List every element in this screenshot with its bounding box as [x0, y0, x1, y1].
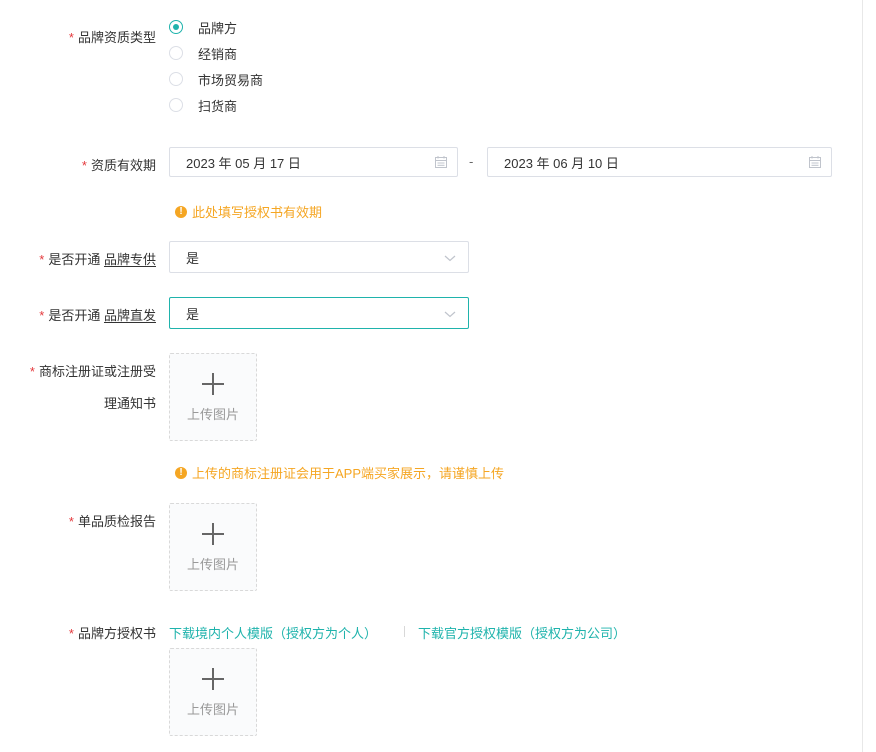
validity-hint: ! 此处填写授权书有效期 [175, 202, 322, 221]
link-divider [404, 626, 405, 637]
brand-direct-label: * 是否开通 品牌直发 [39, 308, 156, 323]
brand-exclusive-term[interactable]: 品牌专供 [104, 252, 156, 267]
upload-label: 上传图片 [186, 406, 239, 422]
panel-right-border [862, 0, 863, 752]
radio-label: 市场贸易商 [198, 72, 264, 88]
trademark-label-line2: 理通知书 [103, 396, 156, 411]
plus-icon [202, 522, 224, 545]
required-mark: * [39, 252, 45, 267]
trademark-hint: ! 上传的商标注册证会用于APP端买家展示，请谨慎上传 [175, 463, 504, 482]
brand-exclusive-select[interactable]: 是 [169, 241, 469, 273]
inspection-label: * 单品质检报告 [68, 514, 156, 529]
chevron-down-icon [444, 255, 456, 262]
required-mark: * [39, 308, 45, 323]
date-range-separator: - [469, 154, 474, 169]
select-value: 是 [186, 306, 200, 322]
upload-label: 上传图片 [186, 556, 239, 572]
download-company-template-link[interactable]: 下载官方授权模版（授权方为公司） [418, 623, 626, 642]
calendar-icon [435, 156, 447, 168]
calendar-icon [809, 156, 821, 168]
radio-unchecked-icon[interactable] [169, 46, 183, 60]
required-mark: * [29, 364, 35, 379]
radio-unchecked-icon[interactable] [169, 98, 183, 112]
required-mark: * [68, 30, 74, 45]
brand-direct-select[interactable]: 是 [169, 297, 469, 329]
brand-exclusive-label: * 是否开通 品牌专供 [39, 252, 156, 267]
authorization-upload[interactable]: 上传图片 [169, 648, 257, 736]
end-date-input[interactable]: 2023 年 06 月 10 日 [487, 147, 832, 177]
radio-option-market-trader[interactable]: 市场贸易商 [169, 70, 263, 88]
radio-option-brand-owner[interactable]: 品牌方 [169, 18, 237, 36]
select-value: 是 [186, 250, 200, 266]
radio-checked-icon[interactable] [169, 20, 183, 34]
info-icon: ! [175, 466, 187, 479]
chevron-down-icon [444, 311, 456, 318]
download-personal-template-link[interactable]: 下载境内个人模版（授权方为个人） [169, 623, 377, 642]
validity-label: * 资质有效期 [81, 158, 156, 173]
required-mark: * [68, 514, 74, 529]
radio-label: 扫货商 [198, 98, 238, 114]
required-mark: * [68, 626, 74, 641]
plus-icon [202, 667, 224, 690]
radio-label: 经销商 [198, 46, 238, 62]
upload-label: 上传图片 [186, 701, 239, 717]
end-date-value: 2023 年 06 月 10 日 [504, 155, 619, 171]
radio-label: 品牌方 [198, 20, 238, 36]
trademark-label-line1: * 商标注册证或注册受 [29, 364, 156, 379]
start-date-input[interactable]: 2023 年 05 月 17 日 [169, 147, 458, 177]
brand-type-label: * 品牌资质类型 [68, 30, 156, 45]
authorization-label: * 品牌方授权书 [68, 626, 156, 641]
brand-direct-term[interactable]: 品牌直发 [104, 308, 156, 323]
info-icon: ! [175, 205, 187, 218]
radio-option-distributor[interactable]: 经销商 [169, 44, 237, 62]
inspection-upload[interactable]: 上传图片 [169, 503, 257, 591]
trademark-upload[interactable]: 上传图片 [169, 353, 257, 441]
radio-unchecked-icon[interactable] [169, 72, 183, 86]
plus-icon [202, 372, 224, 395]
required-mark: * [81, 158, 87, 173]
radio-option-sweeper[interactable]: 扫货商 [169, 96, 237, 114]
start-date-value: 2023 年 05 月 17 日 [186, 155, 301, 171]
